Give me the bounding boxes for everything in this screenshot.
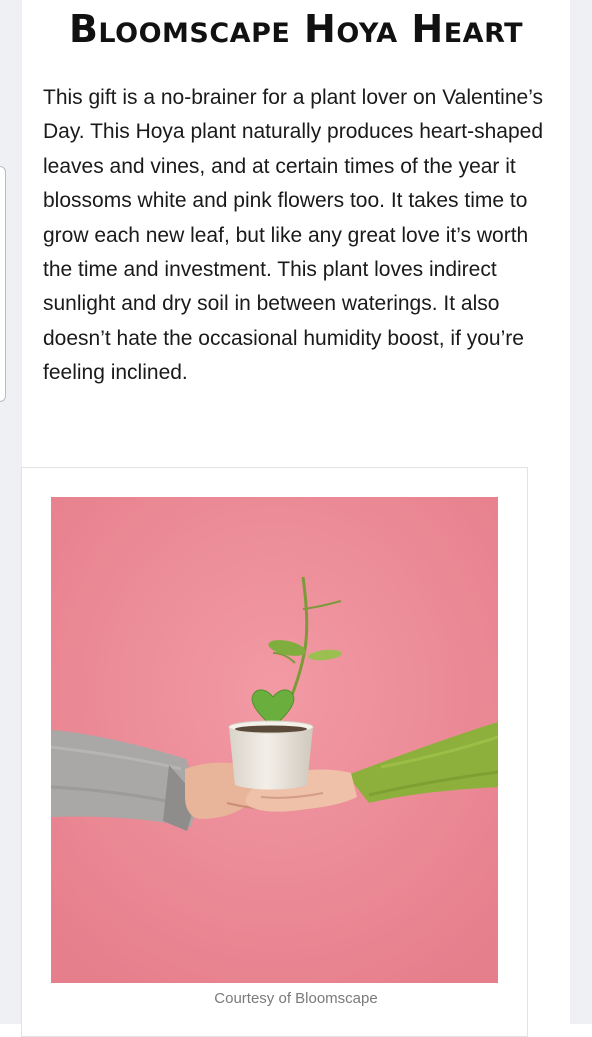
- right-page-margin: [570, 0, 592, 1024]
- article-heading: Bloomscape Hoya Heart: [68, 7, 524, 51]
- plant-pot: [228, 720, 314, 790]
- left-page-margin: [0, 0, 22, 1024]
- article-body-paragraph: This gift is a no-brainer for a plant lo…: [43, 86, 544, 385]
- edge-swipe-handle[interactable]: [0, 166, 6, 402]
- photo-caption: Courtesy of Bloomscape: [214, 990, 378, 1007]
- product-photo[interactable]: [51, 497, 498, 983]
